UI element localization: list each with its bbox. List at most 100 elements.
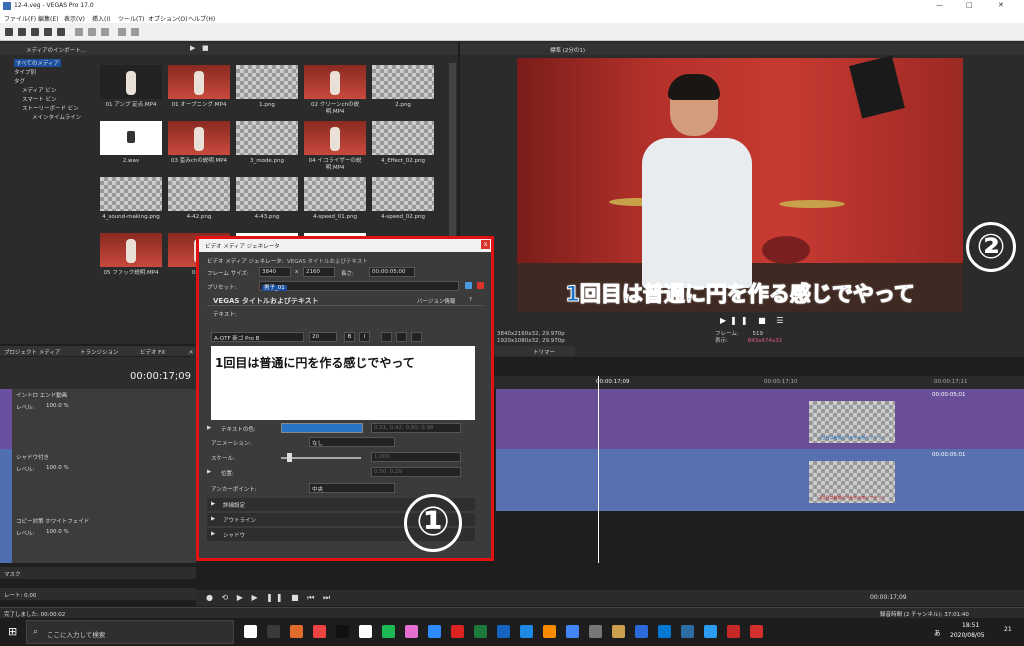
media-thumbnail[interactable]: [372, 177, 434, 211]
tab-trimmer[interactable]: トリマー: [533, 348, 555, 356]
taskbar-app-icon[interactable]: [244, 625, 257, 638]
preset-select[interactable]: 男子_01: [259, 281, 459, 291]
taskbar-app-icon[interactable]: [359, 625, 372, 638]
tab-video-fx[interactable]: ビデオ FX: [140, 348, 165, 356]
taskbar-app-icon[interactable]: [704, 625, 717, 638]
transport-controls[interactable]: ● ⟲ ▶ ▶ ❚❚ ■ ⏮ ⏭: [206, 593, 333, 603]
menu-help[interactable]: ヘルプ(H): [188, 14, 215, 23]
length-input[interactable]: 00:00:05;00: [369, 267, 415, 277]
new-icon[interactable]: [5, 28, 13, 36]
tree-item-main-timeline[interactable]: メインタイムライン: [32, 113, 81, 121]
media-thumbnail[interactable]: [100, 65, 162, 99]
tab-transitions[interactable]: トランジション: [80, 348, 119, 356]
taskbar-app-icon[interactable]: [290, 625, 303, 638]
tab-media-generators[interactable]: メ: [188, 348, 194, 356]
taskbar-app-icon[interactable]: [750, 625, 763, 638]
open-icon[interactable]: [18, 28, 26, 36]
undo-icon[interactable]: [118, 28, 126, 36]
play-icon[interactable]: ▶: [190, 44, 195, 52]
menu-insert[interactable]: 挿入(I): [92, 14, 110, 23]
taskbar-app-icon[interactable]: [267, 625, 280, 638]
playhead[interactable]: [598, 376, 599, 563]
bold-button[interactable]: B: [344, 332, 355, 342]
scale-value[interactable]: 1.000: [371, 452, 461, 462]
notification-count[interactable]: 21: [1004, 626, 1012, 633]
taskbar-app-icon[interactable]: [589, 625, 602, 638]
media-thumbnail[interactable]: [236, 177, 298, 211]
render-icon[interactable]: [44, 28, 52, 36]
close-button[interactable]: ✕: [998, 1, 1004, 9]
italic-button[interactable]: I: [359, 332, 370, 342]
track-header-3[interactable]: コピー対策 ホワイトフェイド レベル: 100.0 %: [0, 511, 196, 563]
tab-project-media[interactable]: プロジェクト メディア: [4, 348, 60, 356]
save-icon[interactable]: [31, 28, 39, 36]
taskbar-app-icon[interactable]: [497, 625, 510, 638]
delete-preset-icon[interactable]: [477, 282, 484, 289]
taskbar-app-icon[interactable]: [681, 625, 694, 638]
taskbar-app-icon[interactable]: [635, 625, 648, 638]
taskbar-app-icon[interactable]: [336, 625, 349, 638]
taskbar-app-icon[interactable]: [727, 625, 740, 638]
redo-icon[interactable]: [131, 28, 139, 36]
ime-indicator[interactable]: あ: [934, 627, 941, 637]
media-thumbnail[interactable]: [168, 121, 230, 155]
menu-tools[interactable]: ツール(T): [118, 14, 144, 23]
taskbar-app-icon[interactable]: [543, 625, 556, 638]
taskbar-app-icon[interactable]: [313, 625, 326, 638]
anchor-select[interactable]: 中央: [309, 483, 395, 493]
title-clip[interactable]: 1回目は普通に円を作る感じでやって: [809, 401, 895, 443]
help-button[interactable]: ?: [469, 297, 472, 303]
taskbar-app-icon[interactable]: [658, 625, 671, 638]
animation-select[interactable]: なし: [309, 437, 395, 447]
text-color-value[interactable]: 0.21, 0.42, 0.80, 0.98: [371, 423, 461, 433]
taskbar-app-icon[interactable]: [566, 625, 579, 638]
tree-item-smart-bins[interactable]: スマート ビン: [22, 95, 57, 103]
menu-file[interactable]: ファイル(F): [4, 14, 36, 23]
copy-icon[interactable]: [88, 28, 96, 36]
position-expander[interactable]: ▶: [207, 469, 211, 475]
preview-transport[interactable]: ▶❚❚ ■ ☰: [720, 316, 787, 325]
clock-date[interactable]: 2020/08/05: [950, 632, 985, 639]
settings-icon[interactable]: [57, 28, 65, 36]
track-header-1[interactable]: イントロ エンド動画 レベル: 100.0 %: [0, 389, 196, 449]
taskbar-search[interactable]: ⌕ ここに入力して検索: [26, 620, 234, 644]
minimize-button[interactable]: —: [936, 1, 943, 9]
menu-options[interactable]: オプション(O): [148, 14, 187, 23]
media-thumbnail[interactable]: [304, 65, 366, 99]
menu-view[interactable]: 表示(V): [64, 14, 85, 23]
media-thumbnail[interactable]: [100, 121, 162, 155]
font-size-select[interactable]: 20: [309, 332, 337, 342]
tree-item-all-media[interactable]: すべてのメディア: [14, 59, 62, 67]
frame-height-input[interactable]: 2160: [303, 267, 335, 277]
track-header-2[interactable]: シャドウ付き レベル: 100.0 %: [0, 449, 196, 511]
tree-item-storyboard-bins[interactable]: ストーリーボード ビン: [22, 104, 79, 112]
media-thumbnail[interactable]: [304, 121, 366, 155]
tree-item-media-bins[interactable]: メディア ビン: [22, 86, 56, 94]
frame-width-input[interactable]: 3840: [259, 267, 291, 277]
media-thumbnail[interactable]: [100, 233, 162, 267]
position-value[interactable]: 0.50, 0.29: [371, 467, 461, 477]
font-select[interactable]: A-OTF 新ゴ Pro B: [211, 332, 304, 342]
taskbar-app-icon[interactable]: [451, 625, 464, 638]
title-clip[interactable]: 1回目は普通に円を作る感じでやって: [809, 461, 895, 503]
media-thumbnail[interactable]: [372, 65, 434, 99]
stop-icon[interactable]: ■: [202, 44, 209, 52]
media-thumbnail[interactable]: [236, 121, 298, 155]
media-thumbnail[interactable]: [304, 177, 366, 211]
video-track-1[interactable]: 00:00:05;01 1回目は普通に円を作る感じでやって: [496, 389, 1024, 449]
dialog-close-button[interactable]: x: [481, 240, 490, 249]
media-thumbnail[interactable]: [168, 65, 230, 99]
version-info-link[interactable]: バージョン情報: [417, 297, 455, 305]
video-track-2[interactable]: 00:00:05;01 1回目は普通に円を作る感じでやって: [496, 449, 1024, 511]
media-thumbnail[interactable]: [372, 121, 434, 155]
import-media-button[interactable]: メディアのインポート...: [26, 46, 86, 54]
taskbar-app-icon[interactable]: [520, 625, 533, 638]
taskbar-app-icon[interactable]: [405, 625, 418, 638]
align-left-button[interactable]: [381, 332, 392, 342]
menu-edit[interactable]: 編集(E): [38, 14, 58, 23]
taskbar-app-icon[interactable]: [474, 625, 487, 638]
taskbar-app-icon[interactable]: [428, 625, 441, 638]
taskbar-app-icon[interactable]: [382, 625, 395, 638]
align-right-button[interactable]: [411, 332, 422, 342]
taskbar-app-icon[interactable]: [612, 625, 625, 638]
